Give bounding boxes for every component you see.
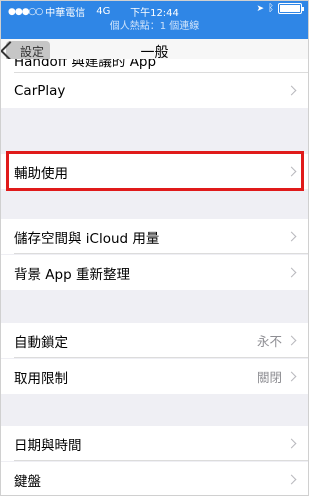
row-background-refresh[interactable]: 背景 App 重新整理 [1, 255, 308, 290]
chevron-right-icon [286, 438, 297, 449]
chevron-right-icon [286, 371, 297, 382]
row-keyboard-label: 鍵盤 [14, 473, 41, 490]
row-storage-label: 儲存空間與 iCloud 用量 [14, 230, 160, 247]
row-background-refresh-label: 背景 App 重新整理 [14, 266, 130, 283]
row-carplay[interactable]: CarPlay [1, 73, 308, 108]
row-date-time-label: 日期與時間 [14, 437, 82, 454]
row-auto-lock[interactable]: 自動鎖定 永不 [1, 323, 308, 358]
location-arrow-icon: ➤ [256, 3, 264, 14]
row-restrictions-label: 取用限制 [14, 370, 68, 387]
row-auto-lock-value: 永不 [256, 334, 282, 349]
hotspot-banner[interactable]: 個人熱點：1 個連線 [1, 18, 308, 36]
row-date-time[interactable]: 日期與時間 [1, 426, 308, 461]
row-keyboard[interactable]: 鍵盤 [1, 462, 308, 495]
chevron-right-icon [286, 335, 297, 346]
status-right: ➤ ᛒ [256, 3, 304, 14]
chevron-right-icon [286, 474, 297, 485]
status-bar: ●●●○○ 中華電信 4G 下午12:44 ➤ ᛒ [1, 1, 308, 19]
bluetooth-icon: ᛒ [268, 3, 274, 14]
battery-icon [278, 3, 304, 14]
chevron-right-icon [286, 231, 297, 242]
row-auto-lock-label: 自動鎖定 [14, 334, 68, 351]
highlight-box [6, 151, 304, 191]
chevron-right-icon [286, 267, 297, 278]
row-restrictions-value: 關閉 [256, 370, 282, 385]
row-handoff[interactable]: Handoff 與建議的 App [1, 59, 308, 73]
row-handoff-label: Handoff 與建議的 App [14, 59, 157, 70]
row-restrictions[interactable]: 取用限制 關閉 [1, 359, 308, 394]
row-storage[interactable]: 儲存空間與 iCloud 用量 [1, 219, 308, 254]
row-carplay-label: CarPlay [14, 82, 66, 99]
chevron-right-icon [286, 85, 297, 96]
settings-screen: ●●●○○ 中華電信 4G 下午12:44 ➤ ᛒ 個人熱點：1 個連線 設定 … [0, 0, 309, 496]
